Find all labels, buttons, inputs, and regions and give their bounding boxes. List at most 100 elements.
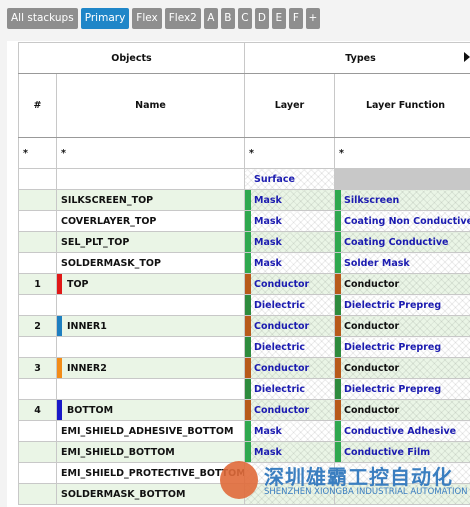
name-filter[interactable]: * bbox=[56, 137, 245, 169]
layer-name-cell[interactable] bbox=[56, 336, 245, 358]
table-row[interactable]: Dielectric Dielectric Prepreg bbox=[18, 336, 470, 358]
stackup-tabs: All stackups Primary Flex Flex2 A B C D E F + bbox=[7, 8, 320, 29]
table-row[interactable]: SOLDERMASK_TOP Mask Solder Mask bbox=[18, 252, 470, 274]
layer-function-cell[interactable]: Conductor bbox=[333, 273, 470, 295]
table-row[interactable]: COVERLAYER_TOP Mask Coating Non Conductive bbox=[18, 210, 470, 232]
num-column-header[interactable]: # bbox=[18, 73, 57, 138]
layer-type-swatch bbox=[245, 295, 251, 315]
layer-function-cell[interactable]: Dielectric Prepreg bbox=[333, 336, 470, 358]
table-row[interactable]: SEL_PLT_TOP Mask Coating Conductive bbox=[18, 231, 470, 253]
layer-type-cell[interactable]: Mask bbox=[244, 252, 335, 274]
tab-c[interactable]: C bbox=[237, 8, 252, 29]
layer-name-cell[interactable] bbox=[56, 168, 245, 190]
layer-function-cell[interactable]: Conductor bbox=[333, 315, 470, 337]
layer-name-cell[interactable]: SOLDERMASK_TOP bbox=[56, 252, 245, 274]
types-header[interactable]: Types bbox=[243, 42, 470, 74]
layer-function-filter[interactable]: * bbox=[333, 137, 470, 169]
layer-type-cell[interactable]: Conductor bbox=[244, 315, 335, 337]
layer-type-cell[interactable]: Surface bbox=[244, 168, 335, 190]
layer-function-swatch bbox=[335, 358, 341, 378]
table-row[interactable]: 3 INNER2 Conductor Conductor bbox=[18, 357, 470, 379]
table-row[interactable]: EMI_SHIELD_ADHESIVE_BOTTOM Mask Conductive… bbox=[18, 420, 470, 442]
layer-name-cell[interactable]: EMI_SHIELD_ADHESIVE_BOTTOM bbox=[56, 420, 245, 442]
layer-name-cell[interactable]: TOP bbox=[56, 273, 245, 295]
layer-type-cell[interactable]: Conductor bbox=[244, 273, 335, 295]
tab-flex[interactable]: Flex bbox=[132, 8, 162, 29]
layer-function-text: Solder Mask bbox=[344, 257, 410, 269]
layer-name-cell[interactable]: EMI_SHIELD_PROTECTIVE_BOTTOM bbox=[56, 462, 245, 484]
layer-function-text: Dielectric Prepreg bbox=[344, 341, 442, 353]
layer-function-cell[interactable]: Conductor bbox=[333, 357, 470, 379]
layer-color-swatch bbox=[57, 274, 62, 294]
tab-a[interactable]: A bbox=[203, 8, 218, 29]
name-column-header[interactable]: Name bbox=[56, 73, 245, 138]
table-row[interactable]: SILKSCREEN_TOP Mask Silkscreen bbox=[18, 189, 470, 211]
layer-type-swatch bbox=[245, 190, 251, 210]
layer-type-cell[interactable]: Dielectric bbox=[244, 378, 335, 400]
layer-type-cell[interactable]: Mask bbox=[244, 210, 335, 232]
table-row[interactable]: 2 INNER1 Conductor Conductor bbox=[18, 315, 470, 337]
tab-f[interactable]: F bbox=[288, 8, 303, 29]
layer-name-cell[interactable]: INNER2 bbox=[56, 357, 245, 379]
layer-name-cell[interactable]: SILKSCREEN_TOP bbox=[56, 189, 245, 211]
layer-type-cell[interactable]: Dielectric bbox=[244, 294, 335, 316]
stackup-table: Objects Types # Name Layer Layer Functio… bbox=[18, 42, 470, 505]
layer-function-column-header[interactable]: Layer Function bbox=[333, 73, 470, 138]
layer-name-cell[interactable]: BOTTOM bbox=[56, 399, 245, 421]
tab-e[interactable]: E bbox=[271, 8, 286, 29]
layer-function-cell[interactable]: Coating Conductive bbox=[333, 231, 470, 253]
tab-flex2[interactable]: Flex2 bbox=[164, 8, 201, 29]
layer-type-cell[interactable]: Dielectric bbox=[244, 336, 335, 358]
layer-type-text: Dielectric bbox=[254, 383, 306, 395]
layer-function-cell[interactable]: Dielectric Prepreg bbox=[333, 294, 470, 316]
layer-type-cell[interactable]: Mask bbox=[244, 231, 335, 253]
table-row[interactable]: 1 TOP Conductor Conductor bbox=[18, 273, 470, 295]
layer-type-cell[interactable]: Conductor bbox=[244, 399, 335, 421]
layer-name-cell[interactable]: EMI_SHIELD_BOTTOM bbox=[56, 441, 245, 463]
layer-type-swatch bbox=[245, 274, 251, 294]
tab-all-stackups[interactable]: All stackups bbox=[7, 8, 78, 29]
add-stackup-button[interactable]: + bbox=[305, 8, 320, 29]
watermark: 深圳雄霸工控自动化 SHENZHEN XIONGBA INDUSTRIAL AU… bbox=[220, 459, 470, 505]
expand-arrow-icon[interactable] bbox=[464, 52, 470, 62]
layer-function-swatch bbox=[335, 190, 341, 210]
table-row[interactable]: Dielectric Dielectric Prepreg bbox=[18, 294, 470, 316]
layer-function-cell[interactable]: Solder Mask bbox=[333, 252, 470, 274]
layer-function-cell[interactable]: Conductive Adhesive bbox=[333, 420, 470, 442]
tab-b[interactable]: B bbox=[220, 8, 235, 29]
objects-header[interactable]: Objects bbox=[18, 42, 245, 74]
layer-number-cell: 1 bbox=[18, 273, 57, 295]
layer-name-text: SOLDERMASK_BOTTOM bbox=[61, 488, 186, 500]
layer-name-cell[interactable] bbox=[56, 378, 245, 400]
layer-function-cell[interactable]: Dielectric Prepreg bbox=[333, 378, 470, 400]
layer-filter[interactable]: * bbox=[244, 137, 335, 169]
layer-type-text: Mask bbox=[254, 215, 282, 227]
layer-column-header[interactable]: Layer bbox=[244, 73, 335, 138]
tab-primary[interactable]: Primary bbox=[80, 8, 130, 29]
layer-type-cell[interactable]: Mask bbox=[244, 189, 335, 211]
layer-function-cell[interactable]: Conductor bbox=[333, 399, 470, 421]
layer-type-text: Mask bbox=[254, 194, 282, 206]
layer-function-swatch bbox=[335, 232, 341, 252]
layer-name-cell[interactable]: COVERLAYER_TOP bbox=[56, 210, 245, 232]
layer-type-text: Surface bbox=[254, 173, 295, 185]
layer-function-cell[interactable]: Silkscreen bbox=[333, 189, 470, 211]
layer-name-cell[interactable]: SEL_PLT_TOP bbox=[56, 231, 245, 253]
layer-function-cell[interactable] bbox=[333, 168, 470, 190]
layer-type-text: Conductor bbox=[254, 362, 310, 374]
layer-type-cell[interactable]: Mask bbox=[244, 420, 335, 442]
tab-d[interactable]: D bbox=[254, 8, 269, 29]
layer-name-cell[interactable]: SOLDERMASK_BOTTOM bbox=[56, 483, 245, 505]
layer-name-cell[interactable] bbox=[56, 294, 245, 316]
table-row[interactable]: Dielectric Dielectric Prepreg bbox=[18, 378, 470, 400]
num-filter[interactable]: * bbox=[18, 137, 57, 169]
layer-function-swatch bbox=[335, 253, 341, 273]
table-row[interactable]: Surface bbox=[18, 168, 470, 190]
layer-name-cell[interactable]: INNER1 bbox=[56, 315, 245, 337]
table-row[interactable]: 4 BOTTOM Conductor Conductor bbox=[18, 399, 470, 421]
layer-type-cell[interactable]: Conductor bbox=[244, 357, 335, 379]
layer-number-cell: 3 bbox=[18, 357, 57, 379]
layer-function-cell[interactable]: Coating Non Conductive bbox=[333, 210, 470, 232]
layer-number-cell bbox=[18, 294, 57, 316]
layer-number-cell bbox=[18, 462, 57, 484]
